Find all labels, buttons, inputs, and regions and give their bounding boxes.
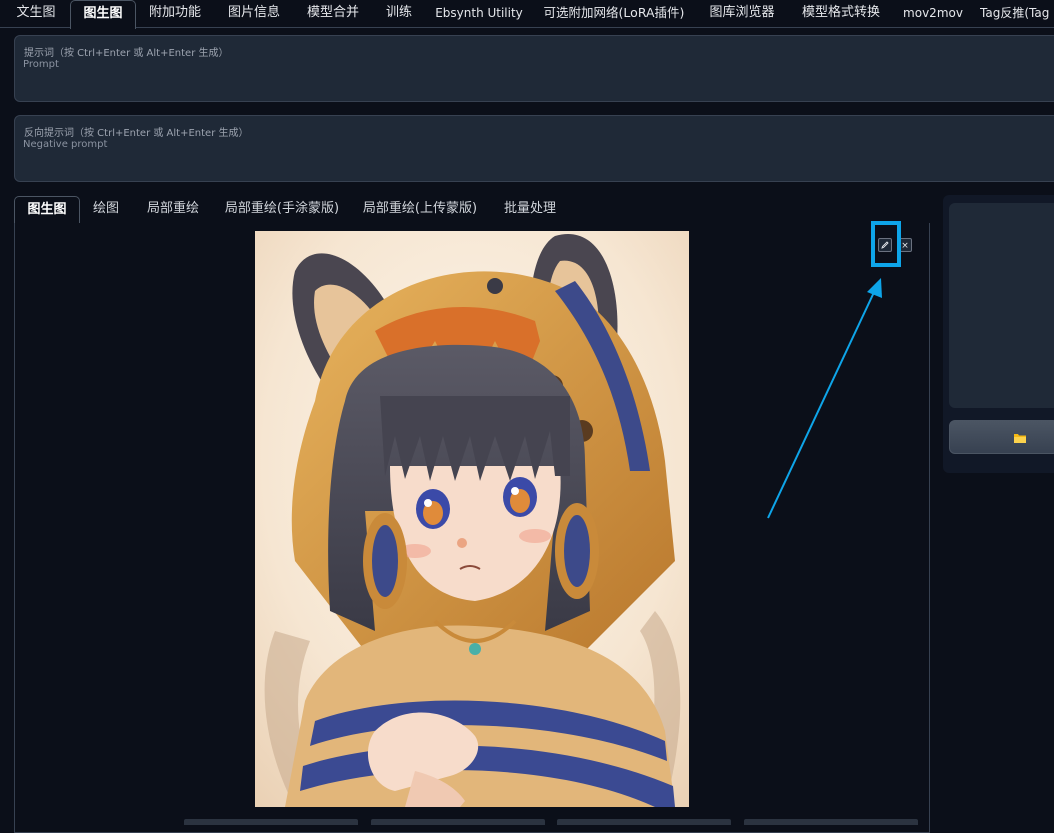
open-folder-button[interactable] — [949, 420, 1054, 454]
bottom-control-1[interactable] — [184, 819, 358, 825]
subtab-inpaint-upload[interactable]: 局部重绘(上传蒙版) — [356, 196, 484, 222]
prompt-input[interactable] — [23, 59, 923, 70]
bottom-control-2[interactable] — [371, 819, 545, 825]
annotation-arrow — [767, 278, 882, 519]
main-tab-bar: 文生图 图生图 附加功能 图片信息 模型合并 训练 Ebsynth Utilit… — [0, 0, 1054, 29]
img2img-mode-tabs: 图生图 绘图 局部重绘 局部重绘(手涂蒙版) 局部重绘(上传蒙版) 批量处理 — [14, 196, 930, 225]
bottom-control-4[interactable] — [744, 819, 918, 825]
tab-train[interactable]: 训练 — [378, 0, 420, 26]
prompt-box: 提示词（按 Ctrl+Enter 或 Alt+Enter 生成） — [14, 35, 1054, 102]
negative-prompt-box: 反向提示词（按 Ctrl+Enter 或 Alt+Enter 生成） — [14, 115, 1054, 182]
tab-image-browser[interactable]: 图库浏览器 — [700, 0, 784, 26]
annotation-highlight-box — [871, 221, 901, 267]
tab-checkpoint-merger[interactable]: 模型合并 — [297, 0, 369, 26]
negative-prompt-label: 反向提示词（按 Ctrl+Enter 或 Alt+Enter 生成） — [24, 128, 249, 139]
folder-icon — [1014, 434, 1026, 443]
output-gallery — [949, 203, 1054, 408]
subtab-batch[interactable]: 批量处理 — [494, 196, 566, 222]
subtab-sketch[interactable]: 绘图 — [84, 196, 128, 222]
tab-ebsynth-utility[interactable]: Ebsynth Utility — [431, 0, 527, 26]
tab-model-converter[interactable]: 模型格式转换 — [794, 0, 888, 26]
subtab-img2img[interactable]: 图生图 — [14, 196, 80, 225]
tab-mov2mov[interactable]: mov2mov — [898, 0, 968, 26]
prompt-label: 提示词（按 Ctrl+Enter 或 Alt+Enter 生成） — [24, 48, 229, 59]
bottom-control-3[interactable] — [557, 819, 731, 825]
tab-img2img[interactable]: 图生图 — [70, 0, 136, 29]
subtab-inpaint[interactable]: 局部重绘 — [138, 196, 208, 222]
subtab-inpaint-sketch[interactable]: 局部重绘(手涂蒙版) — [218, 196, 346, 222]
tab-additional-networks[interactable]: 可选附加网络(LoRA插件) — [538, 0, 690, 26]
uploaded-image — [255, 231, 689, 807]
tab-png-info[interactable]: 图片信息 — [218, 0, 290, 26]
negative-prompt-input[interactable] — [23, 139, 923, 150]
close-icon: × — [901, 241, 909, 251]
tab-tagger[interactable]: Tag反推(Tag — [980, 0, 1054, 26]
tab-txt2img[interactable]: 文生图 — [4, 0, 68, 26]
tab-extras[interactable]: 附加功能 — [140, 0, 210, 26]
